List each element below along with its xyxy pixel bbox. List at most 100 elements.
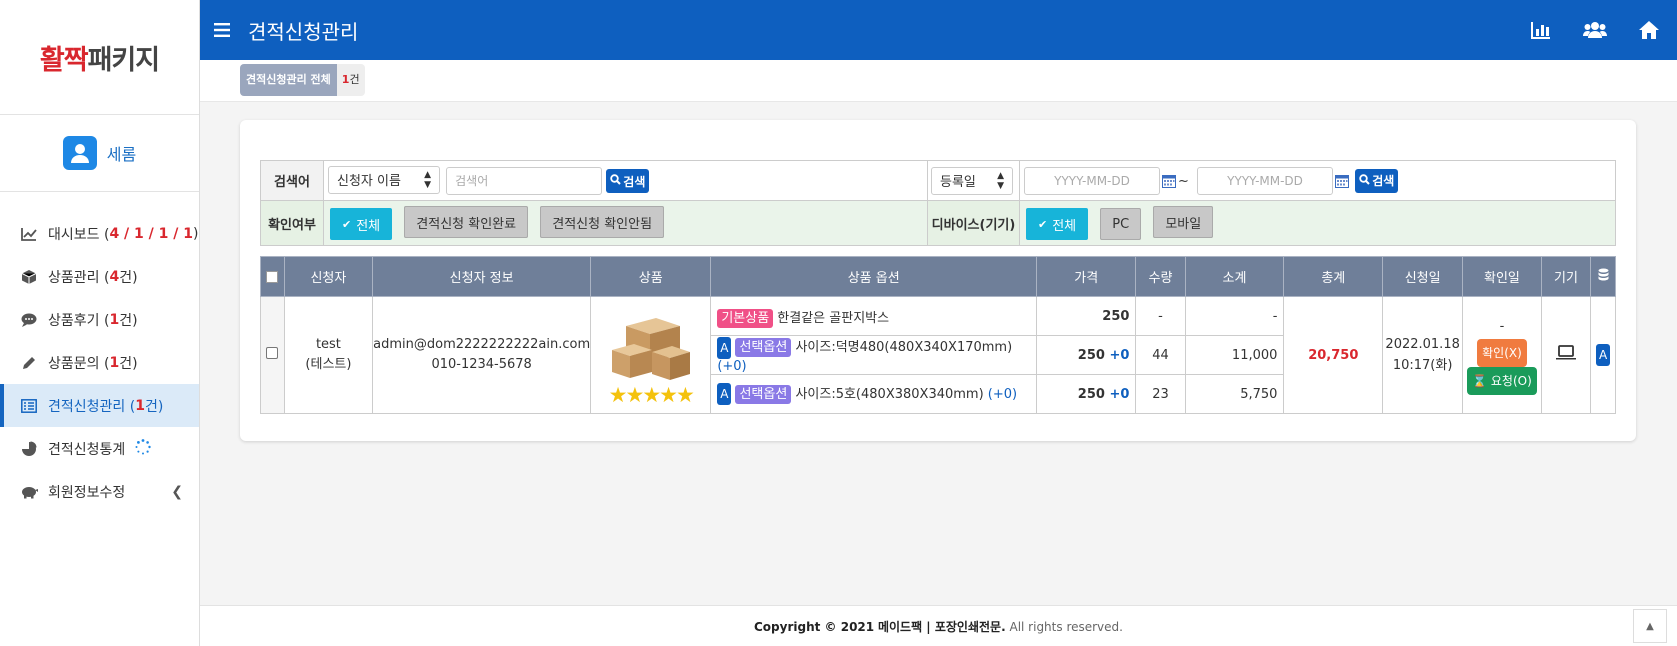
sidebar-item-quote-stats[interactable]: 견적신청통계 xyxy=(0,427,199,470)
confirm-filter-done[interactable]: 견적신청 확인완료 xyxy=(404,206,529,238)
breadcrumb[interactable]: 견적신청관리 전체 1건 xyxy=(240,64,365,96)
price-value: 250 xyxy=(1102,308,1130,324)
confirm-filter-not[interactable]: 견적신청 확인안됨 xyxy=(540,206,665,238)
confirm-status-cell: ✔ 전체 견적신청 확인완료 견적신청 확인안됨 xyxy=(323,200,928,246)
price-cell: 250 +0 xyxy=(1036,374,1137,414)
device-a-badge[interactable]: A xyxy=(1596,344,1611,366)
row-checkbox[interactable] xyxy=(266,347,279,359)
total-cell: 20,750 xyxy=(1283,296,1384,414)
pie-chart-icon xyxy=(20,440,38,458)
option-name: 사이즈:5호(480X380X340mm) xyxy=(795,386,984,402)
header-icons xyxy=(1529,0,1661,60)
hamburger-menu-icon[interactable] xyxy=(214,18,234,42)
price-cell: 250 +0 xyxy=(1036,335,1137,375)
logo[interactable]: 활짝패키지 xyxy=(0,0,199,115)
footer: Copyright © 2021 메이드팩 | 포장인쇄전문. All righ… xyxy=(200,605,1677,646)
pencil-icon xyxy=(20,354,38,372)
home-icon[interactable] xyxy=(1637,18,1661,42)
col-header-product[interactable]: 상품 xyxy=(590,256,712,297)
option-cell: 기본상품 한결같은 골판지박스 xyxy=(710,296,1038,336)
request-status-button[interactable]: ⌛ 요청(O) xyxy=(1467,367,1537,395)
sidebar-item-label: 대시보드 ( xyxy=(48,226,110,243)
option-cell: A 선택옵션 사이즈:5호(480X380X340mm) (+0) xyxy=(710,374,1038,414)
sidebar-item-count: 1 xyxy=(135,397,145,414)
sidebar-item-quote-management[interactable]: 견적신청관리 (1 건) xyxy=(0,384,199,427)
price-cell: 250 xyxy=(1036,296,1137,336)
select-all-checkbox[interactable] xyxy=(266,270,279,283)
users-icon[interactable] xyxy=(1583,18,1607,42)
col-header-options[interactable]: 상품 옵션 xyxy=(710,256,1038,297)
col-header-confirm-date[interactable]: 확인일 xyxy=(1462,256,1542,297)
device-filter-mobile[interactable]: 모바일 xyxy=(1153,206,1214,238)
confirm-status-button[interactable]: 확인(X) xyxy=(1477,339,1527,367)
qty-cell: 44 xyxy=(1135,335,1186,375)
user-avatar-icon xyxy=(62,136,97,170)
date-search-button[interactable]: 검색 xyxy=(1355,168,1399,193)
scroll-to-top-button[interactable]: ▲ xyxy=(1633,609,1667,643)
device-filter-all-label: 전체 xyxy=(1052,218,1077,234)
device-filter-all[interactable]: ✔ 전체 xyxy=(1026,208,1089,240)
sidebar-item-suffix: 건) xyxy=(119,312,138,329)
calendar-icon[interactable] xyxy=(1162,174,1176,188)
request-time: 10:17(화) xyxy=(1392,358,1453,373)
date-type-select[interactable]: 등록일 ▲ ▼ xyxy=(931,166,1013,195)
col-header-device[interactable]: 기기 xyxy=(1540,256,1592,297)
col-header-price[interactable]: 가격 xyxy=(1036,256,1137,297)
option-a-badge: A xyxy=(717,336,732,359)
col-header-db[interactable] xyxy=(1590,256,1616,297)
col-header-request-date[interactable]: 신청일 xyxy=(1382,256,1464,297)
device-filter-cell: ✔ 전체 PC 모바일 xyxy=(1019,200,1616,246)
sidebar-item-count: 1 xyxy=(109,354,120,371)
subtotal-cell: 5,750 xyxy=(1184,374,1285,414)
footer-copyright: Copyright © 2021 메이드팩 | 포장인쇄전문. All righ… xyxy=(754,618,1123,635)
device-filter-pc[interactable]: PC xyxy=(1100,208,1142,240)
sidebar-item-suffix: 건) xyxy=(119,269,138,286)
confirm-filter-all[interactable]: ✔ 전체 xyxy=(330,208,393,240)
keyword-input[interactable]: 검색어 xyxy=(446,167,603,196)
breadcrumb-bar: 견적신청관리 전체 1건 xyxy=(200,60,1677,102)
col-header-applicant[interactable]: 신청자 xyxy=(283,256,374,297)
bar-chart-icon[interactable] xyxy=(1529,18,1553,42)
database-icon xyxy=(1598,268,1609,285)
col-header-applicant-info[interactable]: 신청자 정보 xyxy=(372,256,592,297)
logo-text-red: 활짝 xyxy=(39,44,89,76)
request-status-label: 요청(O) xyxy=(1490,374,1532,388)
chevron-left-icon[interactable]: ❮ xyxy=(171,484,183,500)
breadcrumb-count-unit: 건 xyxy=(349,73,360,86)
main-panel: 검색어 신청자 이름 ▲ ▼ 검색어 검색 등록일 ▲ ▼ YYYY-MM-DD ~ YY… xyxy=(240,120,1636,441)
date-select-cell: 등록일 ▲ ▼ xyxy=(927,160,1020,201)
sidebar-item-products[interactable]: 상품관리 (4 건) xyxy=(0,255,199,298)
search-field-select[interactable]: 신청자 이름 ▲ ▼ xyxy=(328,165,440,194)
keyword-search-button[interactable]: 검색 xyxy=(606,169,650,194)
col-header-total[interactable]: 총계 xyxy=(1283,256,1384,297)
applicant-id: test xyxy=(315,337,341,352)
col-header-qty[interactable]: 수량 xyxy=(1135,256,1186,297)
table-header-row: 신청자 신청자 정보 상품 상품 옵션 가격 수량 소계 총계 신청일 확인일 … xyxy=(260,256,1616,297)
sidebar: 활짝패키지 세롬 대시보드 (4 / 1 / 1 / 1) 상품관리 (4 건) … xyxy=(0,0,200,646)
date-from-input[interactable]: YYYY-MM-DD xyxy=(1024,166,1160,195)
date-type-select-value: 등록일 xyxy=(940,175,976,190)
sidebar-item-dashboard[interactable]: 대시보드 (4 / 1 / 1 / 1) xyxy=(0,212,199,255)
option-badge: 선택옵션 xyxy=(735,338,792,358)
option-a-badge: A xyxy=(717,383,732,406)
sidebar-item-inquiries[interactable]: 상품문의 (1 건) xyxy=(0,341,199,384)
check-icon: ✔ xyxy=(342,217,352,231)
option-extra: (+0) xyxy=(987,386,1018,402)
product-image[interactable] xyxy=(608,306,694,386)
sidebar-item-reviews[interactable]: 상품후기 (1 건) xyxy=(0,298,199,341)
sidebar-item-member-edit[interactable]: 회원정보수정 ❮ xyxy=(0,470,199,513)
piggy-bank-icon xyxy=(20,483,38,501)
sidebar-item-suffix: 건) xyxy=(144,398,164,415)
user-profile[interactable]: 세롬 xyxy=(0,115,199,192)
sidebar-item-label: 상품관리 ( xyxy=(48,269,110,286)
footer-suffix: All rights reserved. xyxy=(1009,619,1123,634)
col-header-subtotal[interactable]: 소계 xyxy=(1184,256,1285,297)
date-to-input[interactable]: YYYY-MM-DD xyxy=(1197,166,1334,195)
chart-line-icon xyxy=(20,225,38,243)
loading-spinner-icon xyxy=(135,438,151,459)
select-all-cell xyxy=(260,256,285,297)
star-icon: ★ xyxy=(608,383,628,407)
device-cell xyxy=(1540,296,1592,414)
calendar-icon[interactable] xyxy=(1335,174,1350,188)
price-value: 250 xyxy=(1077,386,1105,402)
